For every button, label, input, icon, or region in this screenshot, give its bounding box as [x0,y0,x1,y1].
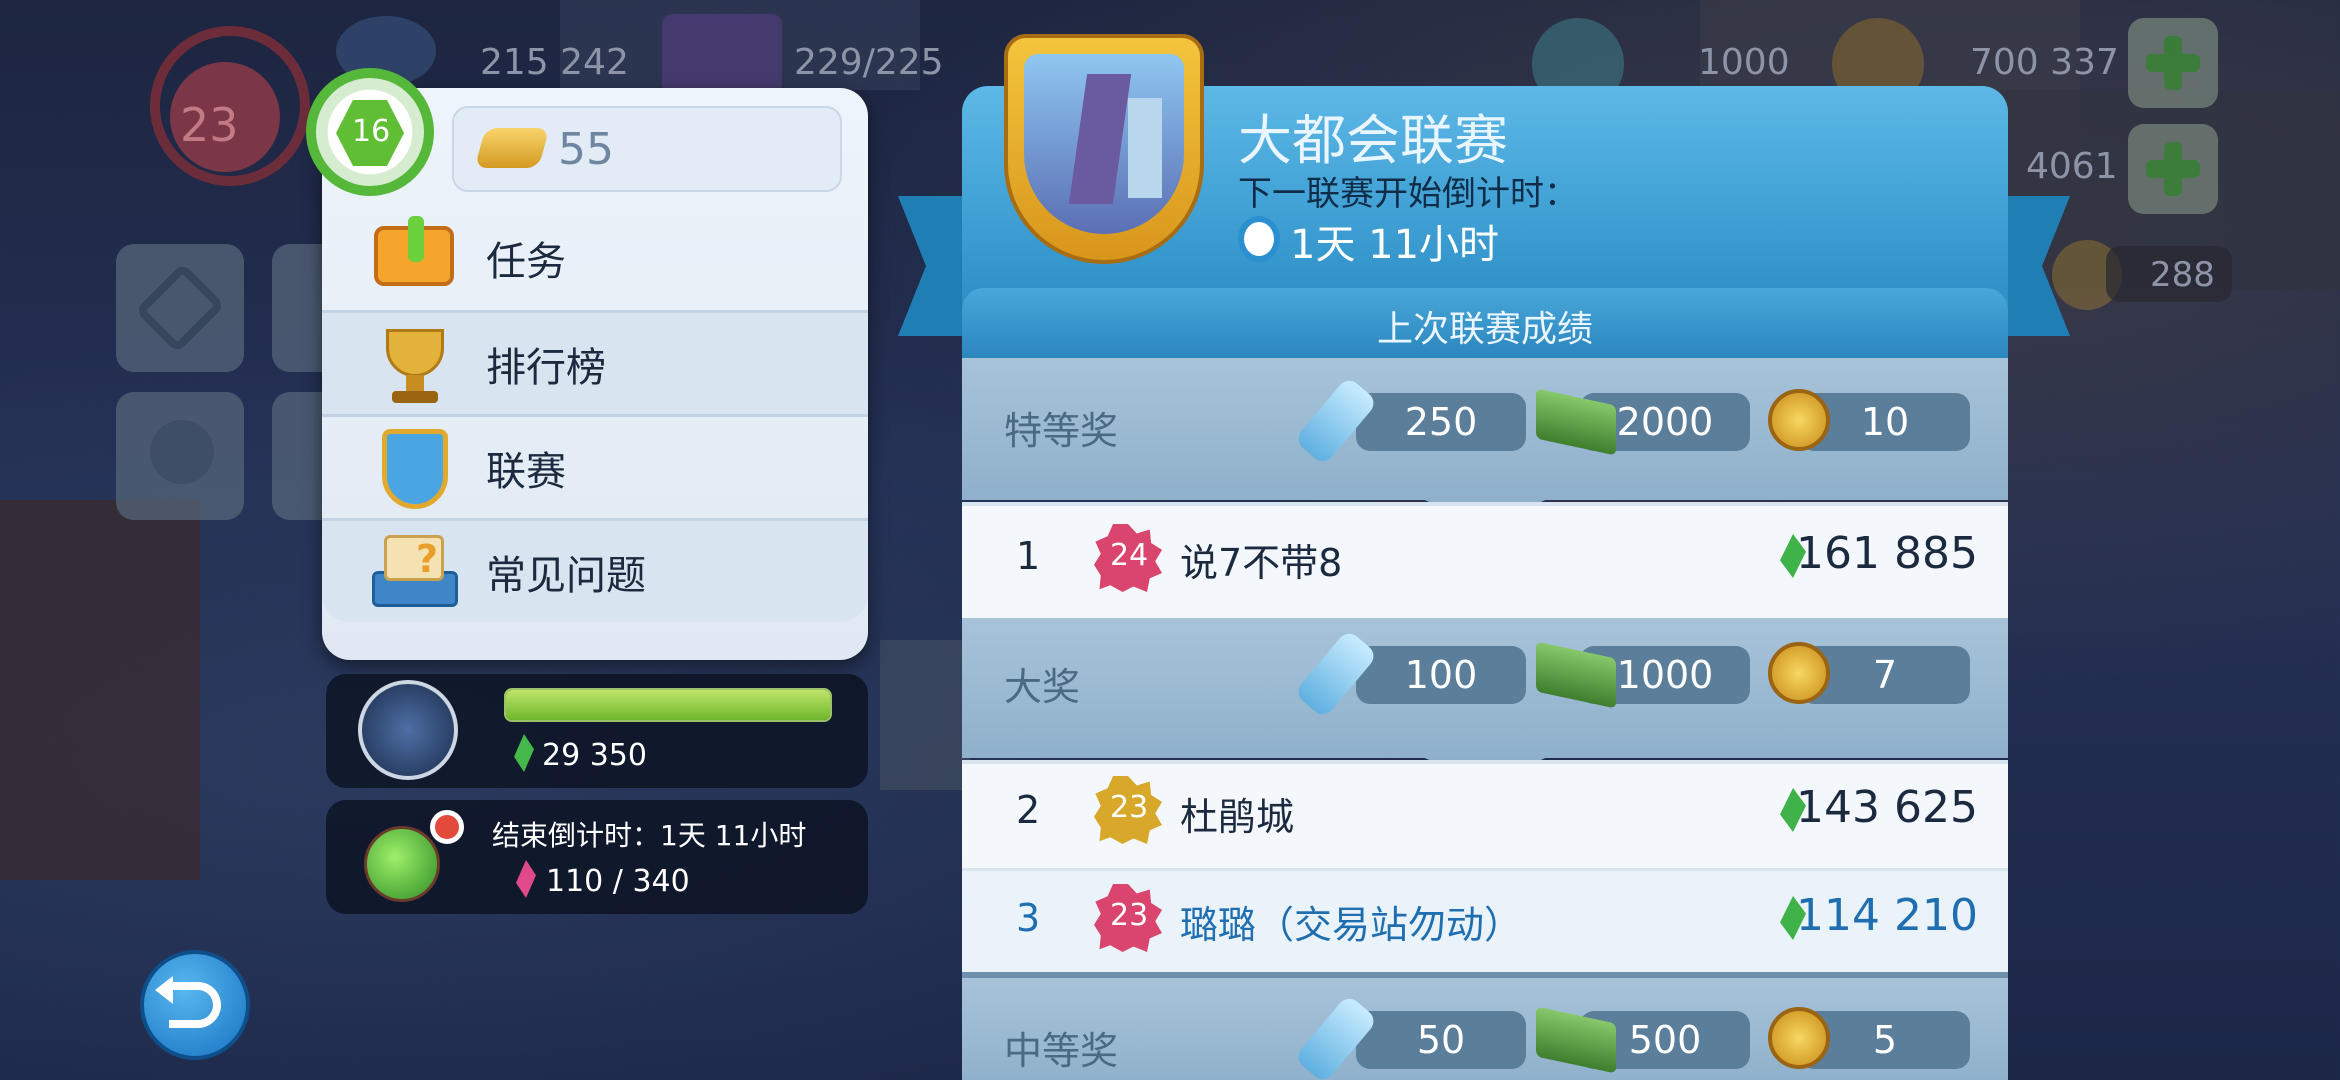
ribbon-left [898,196,968,336]
back-button[interactable] [140,950,250,1060]
contest-progress-bar [504,688,832,722]
people-icon [150,420,214,484]
menu-item-league[interactable]: 联赛 [322,414,868,518]
medal-reward-icon [1768,389,1830,451]
league-emblem-icon [1004,34,1204,264]
tier-label: 大奖 [1004,665,1081,709]
add-simcash-button[interactable] [2128,124,2218,214]
storage-icon [662,14,782,94]
league-subtitle: 下一联赛开始倒计时： [1238,174,1578,214]
green-gem-icon [514,734,534,772]
reward-keys: 100 [1356,646,1526,704]
player-score: 143 625 [1796,782,1978,833]
rooster-icon [358,680,458,780]
player-rank: 2 [1016,788,1041,832]
menu-item-faq[interactable]: ? 常见问题 [322,518,868,622]
simcash-value: 4061 [2026,146,2118,187]
calendar-button[interactable] [272,244,322,372]
player-level: 24 [1110,538,1149,573]
player-level: 23 [1110,898,1149,933]
simoleon-value: 700 337 [1970,42,2119,83]
menu-label-league: 联赛 [486,448,566,495]
season-event-box[interactable]: 结束倒计时：1天 11小时 110 / 340 [326,800,868,914]
potion-icon [364,826,440,902]
player-score: 114 210 [1796,890,1978,941]
player-name: 璐璐（交易站勿动） [1180,903,1523,947]
player-rank: 3 [1016,896,1041,940]
medal-reward-icon [1768,642,1830,704]
game-button[interactable] [272,392,322,520]
population-value: 215 242 [480,42,629,83]
pink-gem-icon [516,860,536,898]
golden-bolt-icon [474,128,550,168]
reward-keys: 250 [1356,393,1526,451]
league-shield-icon [372,427,456,511]
plus-icon [2146,36,2200,90]
tier-label: 中等奖 [1004,1029,1119,1073]
add-simoleons-button[interactable] [2128,18,2218,108]
tier-label: 特等奖 [1004,409,1119,453]
player-score: 161 885 [1796,528,1978,579]
player-level: 23 [1110,790,1149,825]
contest-progress-fill [506,690,830,720]
storage-value: 229/225 [794,42,944,83]
trophy-icon [372,323,456,407]
medal-reward-icon [1768,1007,1830,1069]
player-name: 杜鹃城 [1180,795,1295,839]
stopwatch-icon [1238,216,1280,262]
neo-simoleon-value: 1000 [1698,42,1790,83]
undo-arrow-icon [155,976,221,1028]
faq-book-icon: ? [372,531,458,615]
menu-label-tasks: 任务 [486,239,566,285]
contest-event-box[interactable]: 29 350 [326,674,868,788]
player-name: 说7不带8 [1180,541,1343,585]
menu-item-leaderboard[interactable]: 排行榜 [322,310,868,414]
pin-icon [430,810,464,844]
plus-icon [2146,142,2200,196]
season-progress: 110 / 340 [546,864,690,899]
menu-item-tasks[interactable]: 任务 [322,206,868,310]
task-icon [372,216,456,300]
golden-bolts-value: 55 [558,124,614,175]
league-title: 大都会联赛 [1238,109,1508,172]
menu-label-faq: 常见问题 [486,552,646,599]
league-countdown: 1天 11小时 [1290,222,1500,268]
menu-label-leaderboard: 排行榜 [486,344,606,391]
season-countdown: 结束倒计时：1天 11小时 [492,819,807,852]
player-level: 23 [180,98,239,152]
reward-keys: 50 [1356,1011,1526,1069]
player-level-badge-text: 16 [352,114,391,149]
player-rank: 1 [1016,534,1041,578]
contest-points: 29 350 [542,738,647,773]
league-panel: 大都会联赛 下一联赛开始倒计时： 1天 11小时 上次联赛成绩 特等奖 1 24… [962,34,2008,1080]
keys-value: 288 [2150,255,2215,295]
last-results-label: 上次联赛成绩 [1376,309,1593,350]
